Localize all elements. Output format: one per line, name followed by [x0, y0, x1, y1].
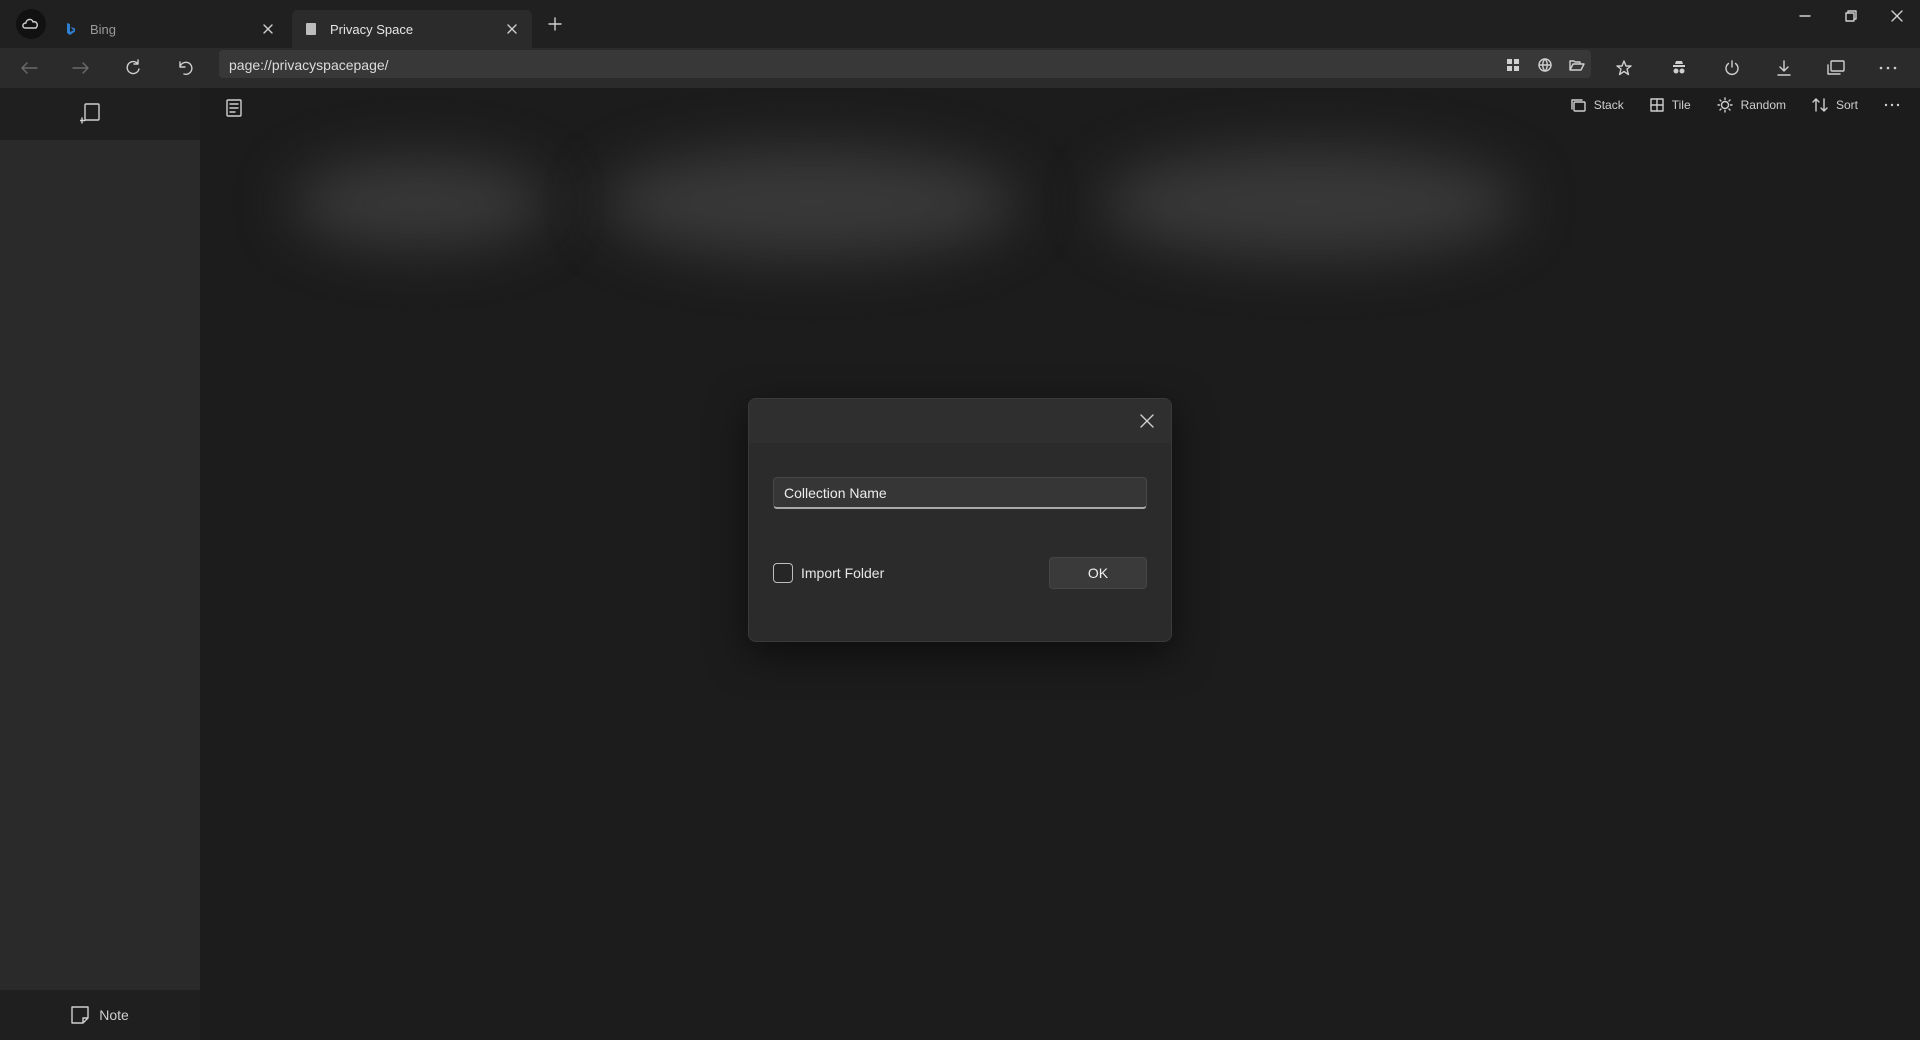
- document-icon[interactable]: [224, 98, 244, 118]
- ok-button[interactable]: OK: [1049, 557, 1147, 589]
- undo-icon[interactable]: [172, 56, 198, 80]
- random-label: Random: [1740, 98, 1786, 112]
- import-folder-checkbox[interactable]: [773, 563, 793, 583]
- random-bulb-icon: [1716, 97, 1733, 113]
- qr-grid-icon[interactable]: [1505, 57, 1521, 73]
- blurred-thumbnail: [1100, 148, 1520, 258]
- close-tab-icon[interactable]: [504, 21, 520, 37]
- collection-name-input[interactable]: Collection Name: [773, 477, 1147, 509]
- import-folder-option: Import Folder: [773, 563, 884, 583]
- sort-button[interactable]: Sort: [1812, 97, 1858, 113]
- browser-logo-icon[interactable]: [16, 9, 46, 39]
- address-bar[interactable]: page://privacyspacepage/: [219, 50, 1591, 78]
- blurred-thumbnail: [600, 148, 1020, 258]
- stack-label: Stack: [1593, 98, 1624, 112]
- new-tab-icon[interactable]: [545, 14, 565, 34]
- restore-icon[interactable]: [1828, 0, 1874, 32]
- title-bar: Bing Privacy Space: [0, 0, 1920, 48]
- incognito-icon[interactable]: [1666, 56, 1692, 80]
- stack-icon: [1570, 98, 1586, 112]
- sort-label: Sort: [1835, 98, 1858, 112]
- favorite-star-icon[interactable]: [1611, 56, 1637, 80]
- blurred-thumbnail: [290, 158, 550, 248]
- more-options-icon[interactable]: [1875, 56, 1901, 80]
- tile-label: Tile: [1671, 98, 1691, 112]
- dialog-header: [749, 399, 1171, 443]
- power-icon[interactable]: [1719, 56, 1745, 80]
- bing-icon: [64, 22, 78, 36]
- note-icon: [71, 1006, 89, 1024]
- tab-title: Bing: [90, 21, 117, 37]
- sidebar-header: [0, 88, 200, 140]
- tile-icon: [1650, 98, 1664, 112]
- sort-icon: [1812, 97, 1828, 113]
- download-icon[interactable]: [1771, 56, 1797, 80]
- close-tab-icon[interactable]: [260, 21, 276, 37]
- reload-icon[interactable]: [120, 56, 146, 80]
- globe-icon[interactable]: [1537, 57, 1553, 73]
- close-dialog-icon[interactable]: [1131, 405, 1163, 437]
- random-button[interactable]: Random: [1716, 97, 1786, 113]
- page-icon: [304, 22, 318, 36]
- sidebar: [0, 140, 200, 990]
- minimize-icon[interactable]: [1782, 0, 1828, 32]
- new-collection-dialog: Collection Name Import Folder OK: [748, 398, 1172, 642]
- stack-button[interactable]: Stack: [1570, 98, 1624, 112]
- note-button[interactable]: Note: [0, 990, 200, 1040]
- back-arrow-icon[interactable]: [16, 56, 42, 80]
- tab-title: Privacy Space: [330, 21, 414, 37]
- close-window-icon[interactable]: [1874, 0, 1920, 32]
- view-toolbar: Stack Tile Random Sort: [1570, 97, 1900, 113]
- tile-button[interactable]: Tile: [1650, 98, 1691, 112]
- address-url[interactable]: page://privacyspacepage/: [229, 57, 389, 73]
- collections-icon[interactable]: [1823, 56, 1849, 80]
- tab-privacy-space[interactable]: Privacy Space: [292, 10, 532, 48]
- add-collection-icon[interactable]: [80, 102, 102, 124]
- folder-open-icon[interactable]: [1569, 57, 1585, 73]
- toolbar-more-icon[interactable]: [1884, 103, 1900, 107]
- note-label: Note: [99, 1007, 129, 1023]
- tab-bing[interactable]: Bing: [52, 10, 288, 48]
- import-folder-label[interactable]: Import Folder: [801, 565, 884, 581]
- forward-arrow-icon[interactable]: [68, 56, 94, 80]
